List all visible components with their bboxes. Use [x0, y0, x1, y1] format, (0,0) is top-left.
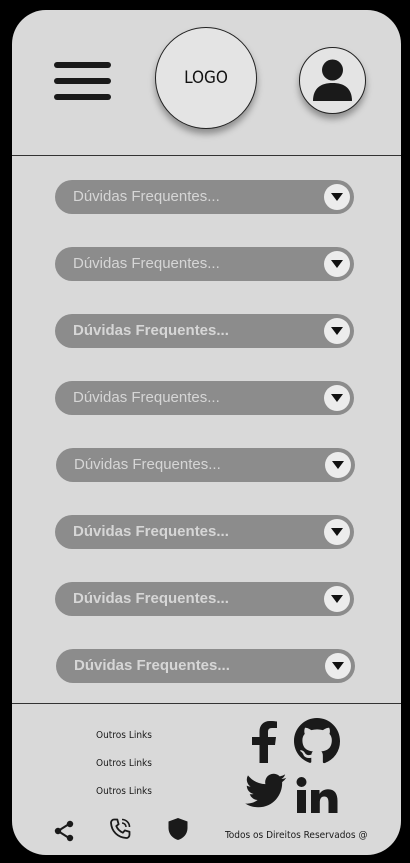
faq-item[interactable]: Dúvidas Frequentes...: [55, 515, 354, 549]
faq-label: Dúvidas Frequentes...: [73, 322, 229, 339]
footer-link[interactable]: Outros Links: [96, 786, 152, 797]
facebook-icon[interactable]: [250, 721, 278, 763]
github-icon[interactable]: [293, 717, 341, 765]
faq-label: Dúvidas Frequentes...: [73, 188, 220, 205]
menu-bar: [54, 78, 111, 84]
caret-down-icon[interactable]: [324, 318, 350, 344]
phone-icon[interactable]: [108, 817, 132, 841]
user-icon: [313, 59, 352, 101]
twitter-icon[interactable]: [245, 773, 287, 809]
faq-item[interactable]: Dúvidas Frequentes...: [55, 247, 354, 281]
caret-down-icon[interactable]: [324, 184, 350, 210]
linkedin-icon[interactable]: [296, 777, 338, 813]
faq-label: Dúvidas Frequentes...: [74, 657, 230, 674]
faq-item[interactable]: Dúvidas Frequentes...: [56, 649, 355, 683]
hamburger-menu-icon[interactable]: [54, 62, 111, 100]
faq-item[interactable]: Dúvidas Frequentes...: [55, 314, 354, 348]
caret-down-icon[interactable]: [324, 586, 350, 612]
caret-down-icon[interactable]: [325, 653, 351, 679]
faq-label: Dúvidas Frequentes...: [73, 255, 220, 272]
footer: Outros Links Outros Links Outros Links T…: [12, 703, 401, 855]
menu-bar: [54, 62, 111, 68]
faq-label: Dúvidas Frequentes...: [73, 590, 229, 607]
footer-link[interactable]: Outros Links: [96, 758, 152, 769]
menu-bar: [54, 94, 111, 100]
header: LOGO: [12, 10, 401, 156]
share-icon[interactable]: [52, 819, 76, 843]
faq-label: Dúvidas Frequentes...: [74, 456, 221, 473]
copyright-text: Todos os Direitos Reservados @: [225, 830, 368, 841]
faq-item[interactable]: Dúvidas Frequentes...: [55, 381, 354, 415]
faq-item[interactable]: Dúvidas Frequentes...: [56, 448, 355, 482]
faq-label: Dúvidas Frequentes...: [73, 389, 220, 406]
faq-label: Dúvidas Frequentes...: [73, 523, 229, 540]
faq-item[interactable]: Dúvidas Frequentes...: [55, 582, 354, 616]
profile-button[interactable]: [299, 47, 366, 114]
caret-down-icon[interactable]: [324, 385, 350, 411]
app-screen: LOGO Dúvidas Frequentes... Dúvidas Frequ…: [12, 10, 401, 855]
faq-item[interactable]: Dúvidas Frequentes...: [55, 180, 354, 214]
footer-link[interactable]: Outros Links: [96, 730, 152, 741]
logo-text: LOGO: [184, 68, 228, 88]
caret-down-icon[interactable]: [324, 251, 350, 277]
caret-down-icon[interactable]: [324, 519, 350, 545]
shield-icon[interactable]: [167, 817, 189, 841]
caret-down-icon[interactable]: [325, 452, 351, 478]
logo[interactable]: LOGO: [155, 27, 257, 129]
